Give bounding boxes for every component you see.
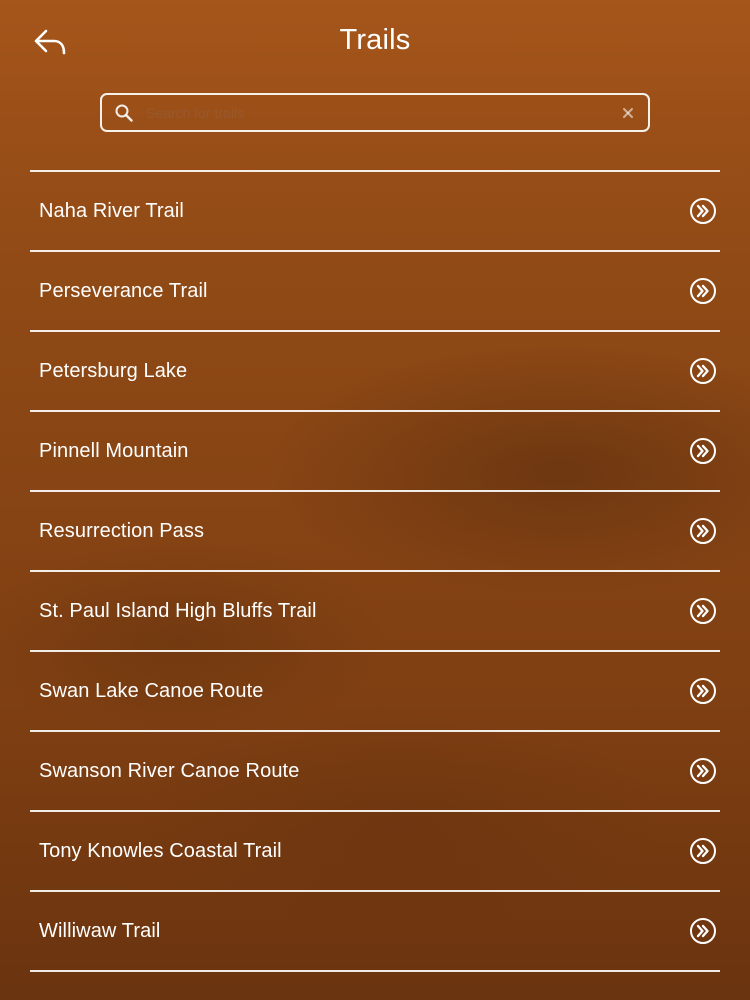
list-item-label: Perseverance Trail [39, 279, 208, 302]
list-item[interactable]: Tony Knowles Coastal Trail [30, 812, 720, 892]
double-chevron-right-icon [689, 277, 717, 305]
double-chevron-right-icon [689, 757, 717, 785]
double-chevron-right-icon [689, 597, 717, 625]
double-chevron-right-icon [689, 357, 717, 385]
list-item[interactable]: Williwaw Trail [30, 892, 720, 972]
list-item[interactable]: Swanson River Canoe Route [30, 732, 720, 812]
double-chevron-right-icon [689, 677, 717, 705]
list-item[interactable]: Petersburg Lake [30, 332, 720, 412]
trail-list: Naha River Trail Perseverance Trail Pete… [30, 170, 720, 972]
list-item[interactable]: Resurrection Pass [30, 492, 720, 572]
list-item-label: Swanson River Canoe Route [39, 759, 300, 782]
search-input[interactable] [146, 95, 612, 130]
list-item-label: St. Paul Island High Bluffs Trail [39, 599, 317, 622]
list-item[interactable]: Swan Lake Canoe Route [30, 652, 720, 732]
list-item[interactable]: Pinnell Mountain [30, 412, 720, 492]
double-chevron-right-icon [689, 197, 717, 225]
list-item-label: Swan Lake Canoe Route [39, 679, 264, 702]
page-title: Trails [339, 24, 411, 56]
close-icon [623, 107, 633, 118]
list-item-label: Naha River Trail [39, 199, 184, 222]
list-item[interactable]: Naha River Trail [30, 172, 720, 252]
search-icon [115, 104, 133, 122]
double-chevron-right-icon [689, 517, 717, 545]
list-item-label: Resurrection Pass [39, 519, 205, 542]
double-chevron-right-icon [689, 917, 717, 945]
search-bar [100, 93, 650, 132]
list-item-label: Williwaw Trail [39, 919, 161, 942]
list-item-label: Petersburg Lake [39, 359, 188, 382]
double-chevron-right-icon [689, 837, 717, 865]
double-chevron-right-icon [689, 437, 717, 465]
clear-search-button[interactable] [620, 105, 636, 121]
list-item[interactable]: St. Paul Island High Bluffs Trail [30, 572, 720, 652]
list-item[interactable]: Perseverance Trail [30, 252, 720, 332]
list-item-label: Pinnell Mountain [39, 439, 189, 462]
list-item-label: Tony Knowles Coastal Trail [39, 839, 282, 862]
navigation-header: Trails [0, 0, 750, 86]
